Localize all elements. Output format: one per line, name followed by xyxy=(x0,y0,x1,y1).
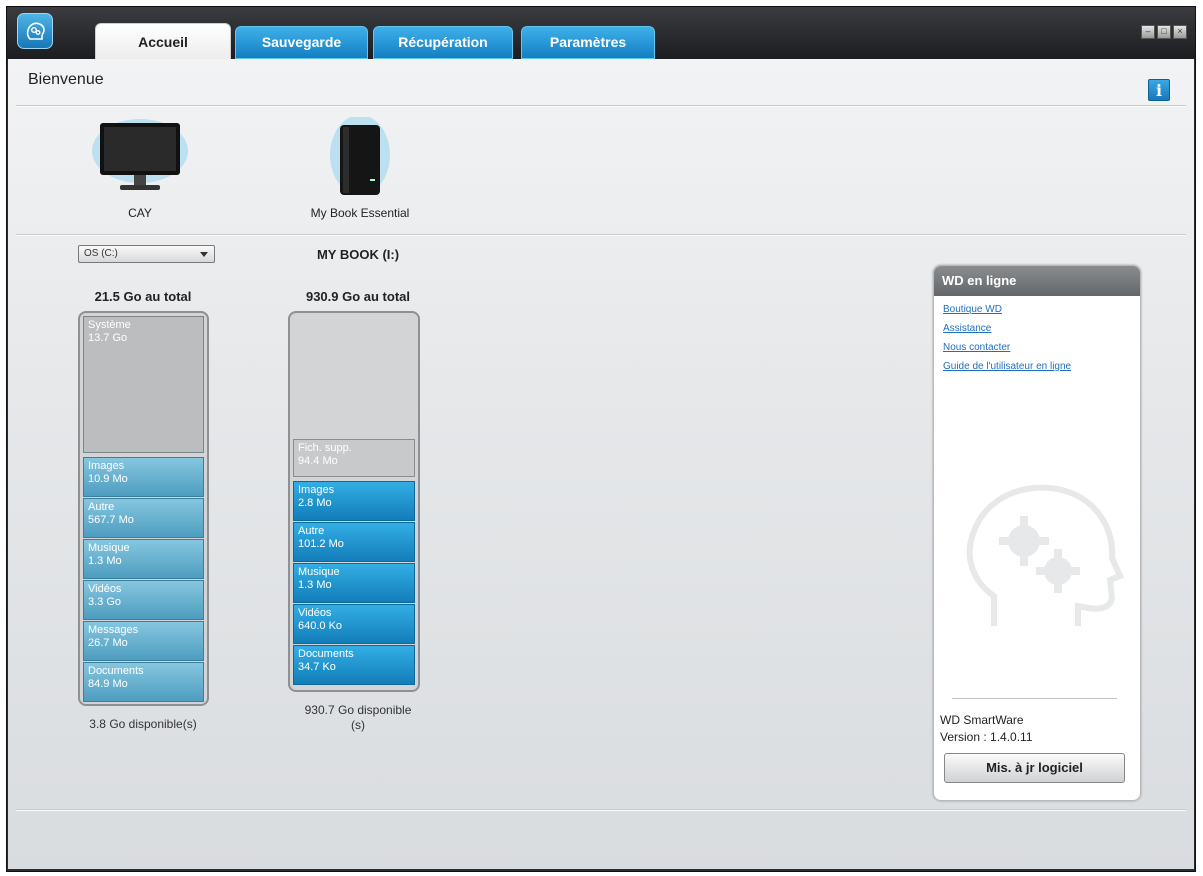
devices-divider xyxy=(16,234,1186,236)
system-block-size: 13.7 Go xyxy=(88,332,128,344)
segment-autre: Autre 101.2 Mo xyxy=(293,522,415,562)
close-icon[interactable]: × xyxy=(1173,25,1187,39)
update-software-button[interactable]: Mis. à jr logiciel xyxy=(944,753,1125,783)
header-divider xyxy=(16,105,1186,107)
panel-title: WD en ligne xyxy=(934,266,1140,296)
wd-online-panel: WD en ligne Boutique WD Assistance Nous … xyxy=(933,265,1141,801)
tab-sauvegarde[interactable]: Sauvegarde xyxy=(235,26,368,59)
segment-videos: Vidéos 3.3 Go xyxy=(83,580,204,620)
supp-files-block: Fich. supp. 94.4 Mo xyxy=(293,439,415,477)
local-drive-available: 3.8 Go disponible(s) xyxy=(89,717,197,731)
maximize-icon[interactable]: □ xyxy=(1157,25,1171,39)
app-window: Accueil Sauvegarde Récupération Paramètr… xyxy=(6,6,1196,872)
info-icon[interactable]: i xyxy=(1148,79,1170,101)
segment-images: Images 2.8 Mo xyxy=(293,481,415,521)
link-boutique-wd[interactable]: Boutique WD xyxy=(943,304,1140,315)
device-label-computer: CAY xyxy=(128,206,152,220)
segment-documents: Documents 34.7 Ko xyxy=(293,645,415,685)
window-controls: – □ × xyxy=(1139,21,1187,39)
local-drive-gauge: Système 13.7 Go Images 10.9 Mo Autre 567.7… xyxy=(78,311,209,706)
segment-images: Images 10.9 Mo xyxy=(83,457,204,497)
page-title: Bienvenue xyxy=(28,71,104,88)
device-computer[interactable]: CAY xyxy=(90,117,190,220)
product-info: WD SmartWare Version : 1.4.0.11 xyxy=(940,712,1033,746)
external-drive-total: 930.9 Go au total xyxy=(305,289,411,304)
footer-divider xyxy=(16,809,1186,811)
segment-autre: Autre 567.7 Mo xyxy=(83,498,204,538)
external-drive-icon xyxy=(330,115,390,195)
segment-documents: Documents 84.9 Mo xyxy=(83,662,204,702)
drive-select-value: OS (C:) xyxy=(84,248,118,259)
segment-musique: Musique 1.3 Mo xyxy=(83,539,204,579)
product-version: Version : 1.4.0.11 xyxy=(940,730,1033,744)
chevron-down-icon xyxy=(200,252,208,257)
product-name: WD SmartWare xyxy=(940,713,1024,727)
external-free-space xyxy=(293,316,415,438)
external-drive-gauge: Fich. supp. 94.4 Mo Images 2.8 Mo Autre 10… xyxy=(288,311,420,692)
external-drive-title: MY BOOK (I:) xyxy=(316,247,400,262)
home-content: Bienvenue i CAY My Book Essential OS (C:… xyxy=(8,59,1194,869)
title-bar: Accueil Sauvegarde Récupération Paramètr… xyxy=(7,7,1195,60)
link-nous-contacter[interactable]: Nous contacter xyxy=(943,342,1140,353)
drive-select[interactable]: OS (C:) xyxy=(78,245,215,263)
local-drive-total: 21.5 Go au total xyxy=(94,289,192,304)
system-block: Système 13.7 Go xyxy=(83,316,204,453)
tab-recuperation[interactable]: Récupération xyxy=(373,26,513,59)
link-guide-utilisateur[interactable]: Guide de l'utilisateur en ligne xyxy=(943,361,1140,372)
tab-parametres[interactable]: Paramètres xyxy=(521,26,655,59)
system-block-name: Système xyxy=(88,319,131,331)
segment-videos: Vidéos 640.0 Ko xyxy=(293,604,415,644)
wd-smartware-logo-icon[interactable] xyxy=(17,13,53,49)
device-external-drive[interactable]: My Book Essential xyxy=(300,115,420,220)
link-assistance[interactable]: Assistance xyxy=(943,323,1140,334)
segment-messages: Messages 26.7 Mo xyxy=(83,621,204,661)
device-label-external-drive: My Book Essential xyxy=(310,206,410,220)
panel-divider xyxy=(952,698,1117,699)
monitor-icon xyxy=(92,119,188,190)
tab-accueil[interactable]: Accueil xyxy=(95,23,231,60)
head-gears-icon xyxy=(966,484,1124,626)
segment-musique: Musique 1.3 Mo xyxy=(293,563,415,603)
external-drive-available: 930.7 Go disponible (s) xyxy=(304,703,412,732)
minimize-icon[interactable]: – xyxy=(1141,25,1155,39)
